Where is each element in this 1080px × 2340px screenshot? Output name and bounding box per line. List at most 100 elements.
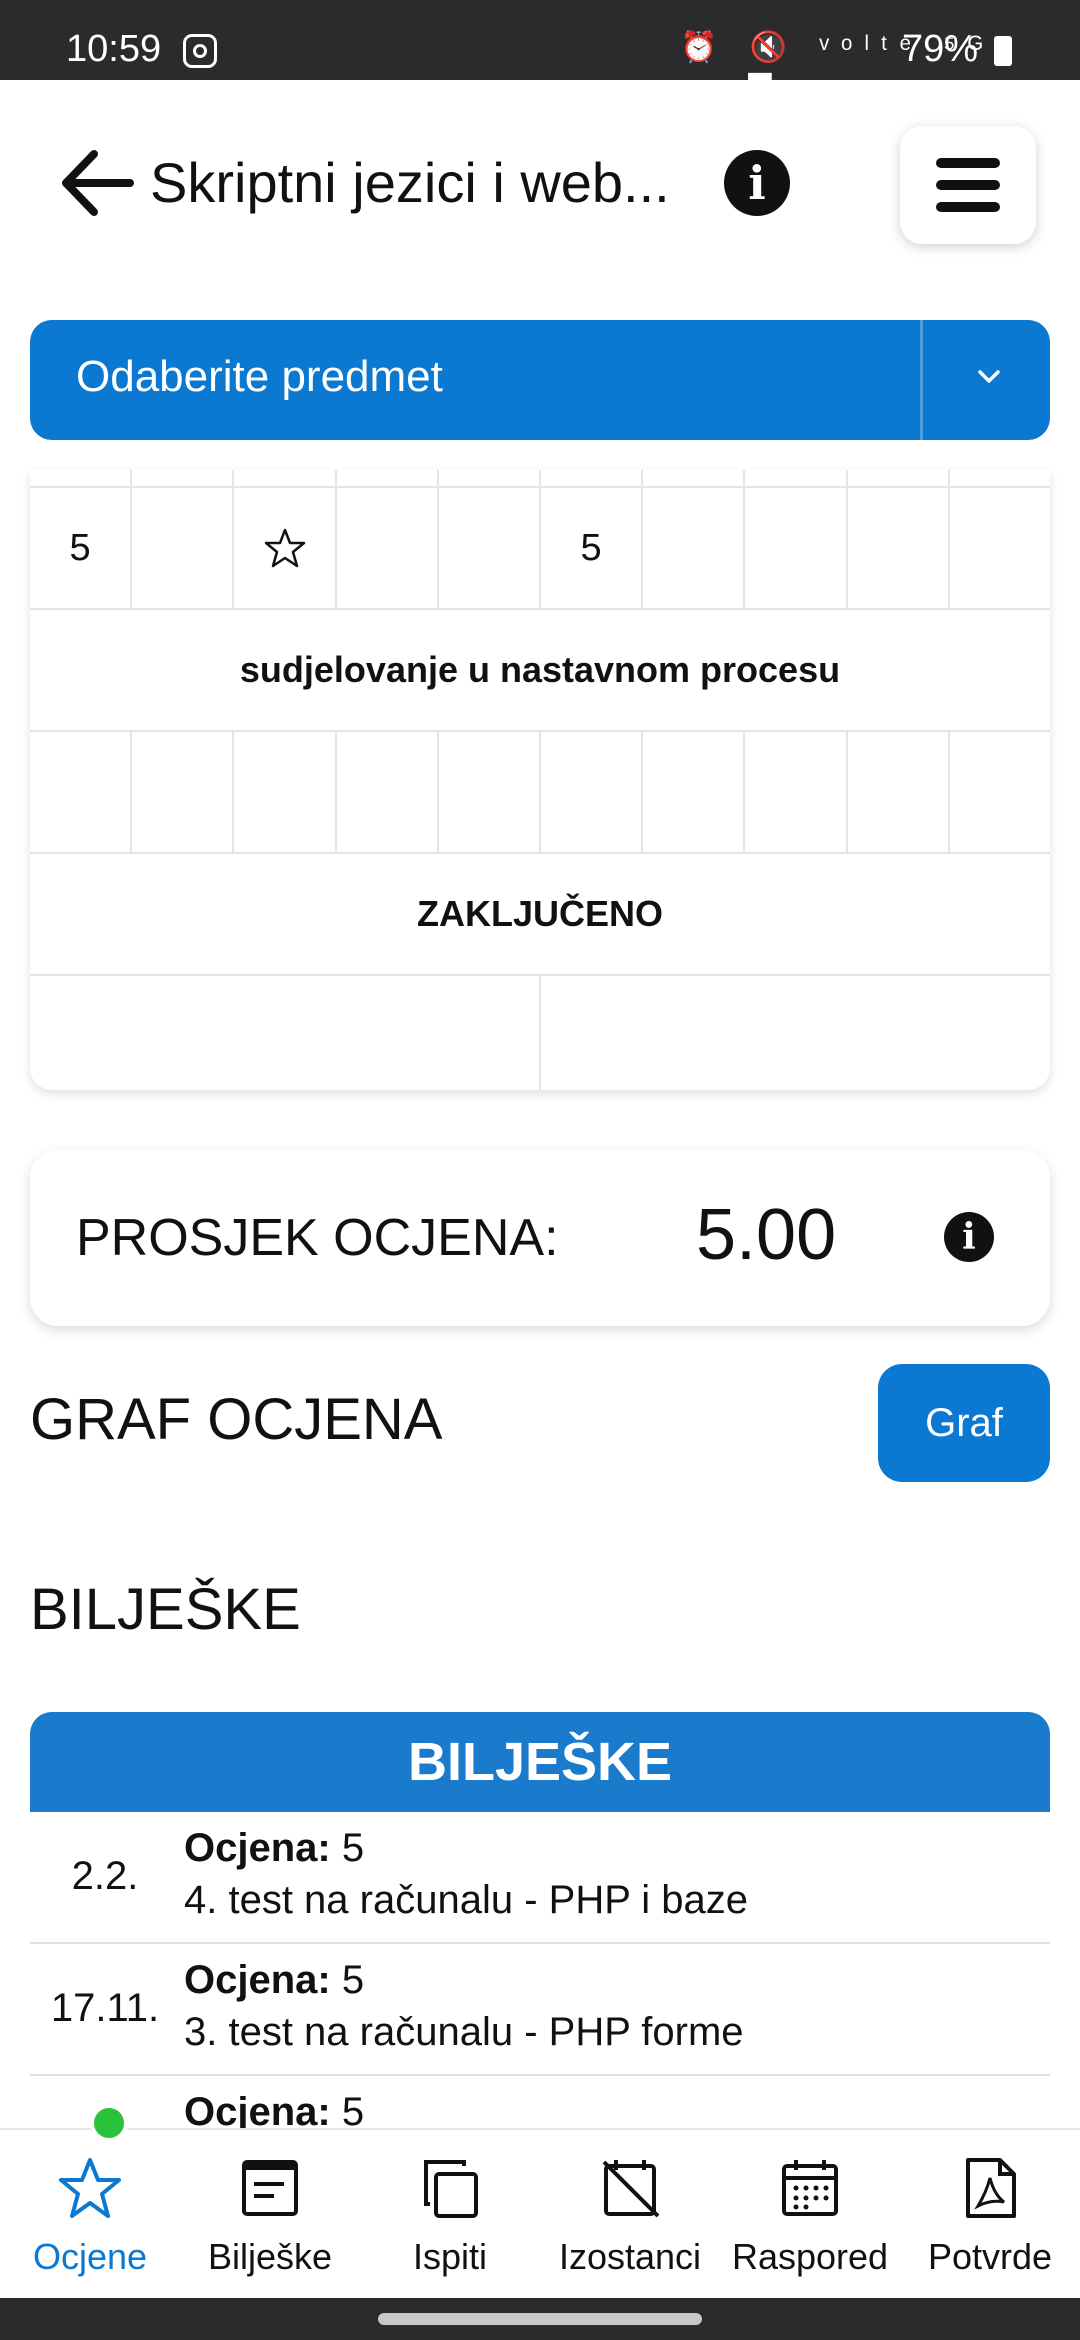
chevron-down-icon[interactable] — [972, 360, 1006, 394]
notes-table-header: BILJEŠKE — [30, 1712, 1050, 1812]
grade-cell — [745, 732, 848, 852]
star-icon — [59, 2158, 121, 2218]
info-icon[interactable]: i — [724, 150, 790, 216]
status-bar: 10:59 ⏰ 🔇 ᵛᵒˡᵗᵉ ⁵ᴳ ▂▄▆ 79% — [0, 0, 1080, 99]
table-cell — [30, 470, 133, 486]
info-icon[interactable]: i — [944, 1212, 994, 1262]
average-card: PROSJEK OCJENA: 5.00 i — [30, 1150, 1050, 1326]
note-date: 2.2. — [71, 1854, 139, 1898]
nav-label: Bilješke — [207, 2236, 333, 2277]
notification-dot — [90, 2104, 128, 2142]
grade-cell — [337, 732, 439, 852]
subject-select[interactable]: Odaberite predmet — [30, 320, 1050, 440]
table-cell — [337, 470, 439, 486]
battery-icon — [994, 36, 1012, 66]
star-icon[interactable] — [264, 527, 306, 569]
grade-cell[interactable]: 5 — [30, 488, 133, 608]
table-cell — [848, 470, 950, 486]
note-description: 4. test na računalu - PHP i baze — [184, 1878, 749, 1922]
section-title: sudjelovanje u nastavnom procesu — [239, 649, 841, 690]
nav-item-ispiti[interactable]: Ispiti — [360, 2130, 540, 2298]
grade-cell — [541, 732, 644, 852]
note-grade-label: Ocjena: — [184, 2090, 331, 2132]
note-description: 3. test na računalu - PHP forme — [184, 2010, 744, 2054]
grade-cell — [950, 488, 1050, 608]
grade-cell — [643, 732, 746, 852]
grade-cell — [234, 732, 337, 852]
grade-cell — [439, 488, 542, 608]
grade-cell — [643, 488, 746, 608]
grades-row: 5 5 — [30, 488, 1050, 610]
grade-cell — [950, 732, 1050, 852]
graph-button[interactable]: Graf — [878, 1364, 1050, 1482]
final-grade-row — [30, 976, 1050, 1090]
average-label: PROSJEK OCJENA: — [76, 1209, 559, 1267]
table-cell — [234, 470, 337, 486]
calendar-off-icon — [602, 2160, 660, 2218]
status-icons: ⏰ 🔇 ᵛᵒˡᵗᵉ ⁵ᴳ ▂▄▆ — [680, 31, 995, 99]
back-arrow-icon[interactable] — [58, 148, 134, 218]
notes-table: BILJEŠKE 2.2. Ocjena: 5 4. test na račun… — [30, 1712, 1050, 2132]
note-date: 17.11. — [50, 1986, 160, 2030]
table-cell — [950, 470, 1050, 486]
menu-line — [936, 202, 1000, 212]
table-cell — [132, 470, 235, 486]
instagram-icon — [183, 34, 217, 68]
nav-label: Ispiti — [412, 2236, 488, 2277]
nav-label: Raspored — [731, 2236, 889, 2277]
grade-cell[interactable]: 5 — [541, 488, 644, 608]
grade-cell — [848, 488, 950, 608]
note-grade: Ocjena: 5 — [184, 1958, 364, 2003]
grades-row — [30, 732, 1050, 854]
home-gesture-handle[interactable] — [378, 2313, 702, 2325]
pdf-icon — [966, 2158, 1016, 2218]
section-title: ZAKLJUČENO — [416, 893, 663, 934]
final-grade-cell — [541, 976, 1050, 1090]
status-time: 10:59 — [66, 28, 162, 70]
list-item[interactable]: 17.11. Ocjena: 5 3. test na računalu - P… — [30, 1944, 1050, 2076]
grade-cell — [848, 732, 950, 852]
bottom-nav: Ocjene Bilješke Ispiti Izostanci Raspore… — [0, 2128, 1080, 2298]
note-grade-value: 5 — [341, 1826, 365, 1870]
section-title-row: sudjelovanje u nastavnom procesu — [30, 610, 1050, 732]
table-cell — [643, 470, 746, 486]
calendar-icon — [782, 2160, 838, 2216]
table-cell — [541, 470, 644, 486]
nav-item-biljeske[interactable]: Bilješke — [180, 2130, 360, 2298]
grades-table: 5 5 sudjelovanje u nastavnom procesu ZAK… — [30, 470, 1050, 1090]
nav-label: Potvrde — [927, 2236, 1053, 2277]
grade-cell[interactable] — [234, 488, 337, 608]
list-item[interactable]: 2.2. Ocjena: 5 4. test na računalu - PHP… — [30, 1812, 1050, 1944]
grade-cell — [132, 732, 235, 852]
grade-cell — [132, 488, 235, 608]
final-grade-cell — [30, 976, 541, 1090]
menu-line — [936, 158, 1000, 168]
note-grade-label: Ocjena: — [184, 1826, 331, 1870]
grade-cell — [439, 732, 542, 852]
table-row — [30, 470, 1050, 488]
notes-heading: BILJEŠKE — [30, 1577, 301, 1642]
nav-item-raspored[interactable]: Raspored — [720, 2130, 900, 2298]
section-title-row: ZAKLJUČENO — [30, 854, 1050, 976]
note-grade-value: 5 — [341, 1958, 365, 2002]
grade-cell — [30, 732, 133, 852]
notes-icon — [242, 2160, 298, 2216]
nav-label: Ocjene — [32, 2236, 148, 2277]
menu-line — [936, 180, 1000, 190]
menu-button[interactable] — [900, 126, 1036, 244]
note-grade-label: Ocjena: — [184, 1958, 331, 2002]
list-item[interactable]: Ocjena: 5 — [30, 2076, 1050, 2132]
page-title: Skriptni jezici i web... — [150, 151, 670, 214]
nav-item-potvrde[interactable]: Potvrde — [900, 2130, 1080, 2298]
nav-item-ocjene[interactable]: Ocjene — [0, 2130, 180, 2298]
table-cell — [439, 470, 542, 486]
copy-icon — [424, 2160, 478, 2218]
note-grade: Ocjena: 5 — [184, 2090, 364, 2132]
note-grade: Ocjena: 5 — [184, 1826, 364, 1871]
select-divider — [920, 320, 923, 440]
subject-select-label: Odaberite predmet — [76, 352, 443, 401]
grade-cell — [337, 488, 439, 608]
nav-label: Izostanci — [558, 2236, 702, 2277]
nav-item-izostanci[interactable]: Izostanci — [540, 2130, 720, 2298]
table-cell — [745, 470, 848, 486]
